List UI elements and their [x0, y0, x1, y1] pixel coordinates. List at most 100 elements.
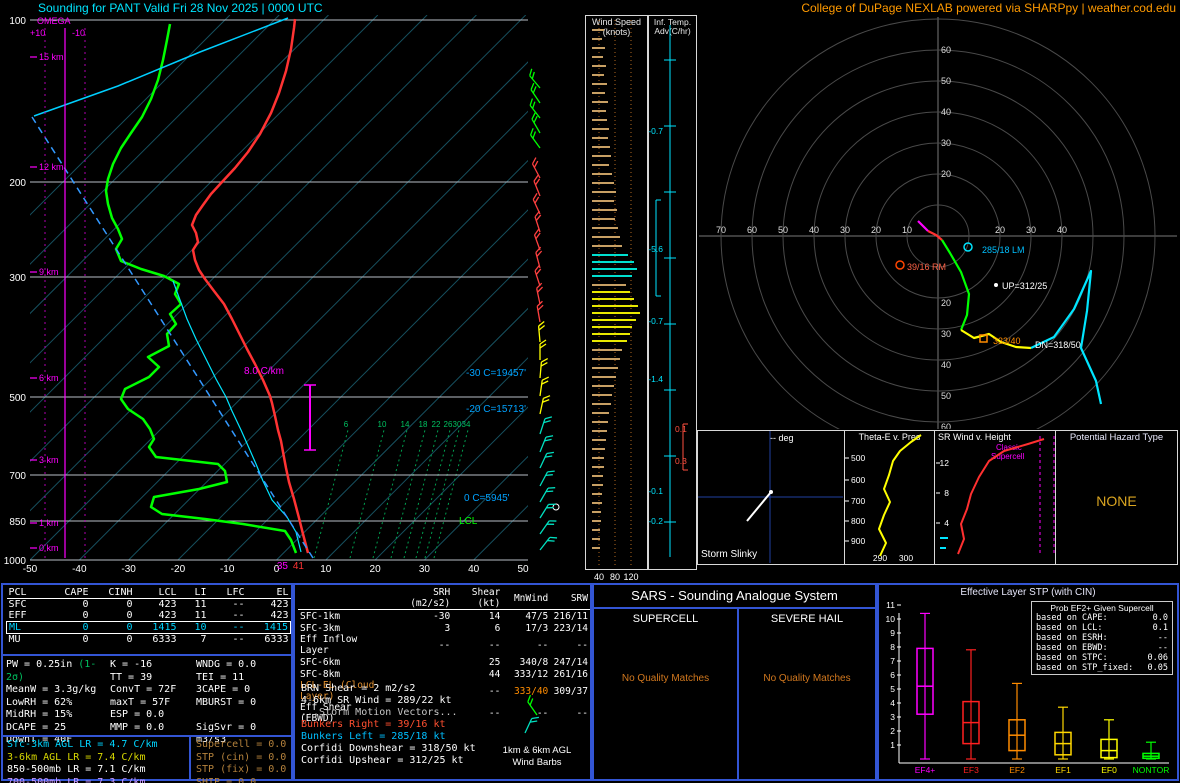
sars-hail-message: No Quality Matches [763, 673, 851, 684]
wind-speed-panel [585, 15, 648, 570]
svg-text:39/16 RM: 39/16 RM [907, 262, 946, 272]
composite-index-value: STP (cin) = 0.0 [196, 751, 287, 763]
composite-index-value: STP (fix) = 0.0 [196, 764, 287, 775]
kinematics-panel: SRH (m2/s2) Shear (kt) MnWind SRW SFC-1km -30… [293, 583, 592, 781]
kinematic-value: Corfidi Downshear = 318/50 kt [301, 743, 476, 754]
stp-legend-rows: based on CAPE: 0.0 based on LCL: 0.1 based o… [1032, 613, 1172, 673]
barbs-caption-1: 1km & 6km AGL [502, 745, 572, 756]
svg-text:EF4+: EF4+ [915, 765, 936, 775]
index-value: K = -16 [110, 659, 153, 670]
stp-probability-legend: Prob EF2+ Given Supercell based on CAPE:… [1031, 601, 1173, 675]
index-value: WNDG = 0.0 [196, 659, 257, 670]
svg-text:35: 35 [277, 561, 289, 572]
svg-text:40: 40 [1057, 225, 1067, 235]
index-value: maxT = 57F [110, 696, 171, 708]
svg-text:500: 500 [9, 393, 26, 404]
svg-text:70: 70 [716, 225, 726, 235]
sars-panel: SARS - Sounding Analogue System SUPERCEL… [592, 583, 877, 781]
kinematic-value: 4-6km SR Wind = 289/22 kt [301, 695, 452, 706]
svg-text:4: 4 [890, 698, 895, 708]
stp-legend-row: based on EBWD: -- [1036, 643, 1168, 653]
parcel-row-eff: EFF 0 0 423 11 -- 423 [8, 610, 289, 621]
skewt-wind-barbs [529, 68, 558, 551]
divider [737, 607, 739, 779]
svg-text:-50: -50 [23, 564, 38, 575]
parcel-table-container: PCL CAPE CINH LCL LI LFC EL SFC 0 0 423 11 -- 423 EFF 0… [6, 587, 291, 645]
index-value: ConvT = 72F [110, 684, 177, 695]
svg-text:+10: +10 [30, 28, 45, 38]
divider [594, 607, 875, 609]
index-value: MBURST = 0 [196, 696, 257, 708]
svg-text:0: 0 [274, 564, 280, 575]
svg-text:300: 300 [9, 273, 26, 284]
svg-text:40: 40 [594, 572, 604, 582]
divider [189, 735, 191, 779]
svg-text:6: 6 [344, 420, 349, 429]
svg-text:50: 50 [778, 225, 788, 235]
kinematics-row: SFC-6km 25 340/8 247/14 [300, 656, 588, 668]
sharppy-sounding-display: Sounding for PANT Valid Fri 28 Nov 2025 … [0, 0, 1180, 783]
svg-text:1: 1 [890, 740, 895, 750]
kinematics-row: SFC-3km 3 6 17/3 223/14 [300, 622, 588, 634]
parcel-row-sfc: SFC 0 0 423 11 -- 423 [8, 599, 289, 610]
agl-wind-barbs [524, 694, 539, 734]
lapse-rates-container: Sfc-3km AGL LR = 4.7 C/km 3-6km AGL LR = … [7, 739, 158, 783]
svg-text:-30 C=19457': -30 C=19457' [466, 368, 526, 379]
svg-text:0 C=5945': 0 C=5945' [464, 493, 510, 504]
sars-title: SARS - Sounding Analogue System [631, 588, 838, 603]
svg-text:0 km: 0 km [39, 543, 59, 553]
svg-text:100: 100 [9, 16, 26, 27]
svg-text:333/40: 333/40 [993, 336, 1021, 346]
svg-text:-20 C=15713': -20 C=15713' [466, 404, 526, 415]
svg-text:EF0: EF0 [1101, 765, 1117, 775]
svg-text:40: 40 [468, 564, 480, 575]
svg-text:200: 200 [9, 178, 26, 189]
svg-text:14: 14 [401, 420, 410, 429]
parcel-row-mu: MU 0 0 6333 7 -- 6333 [8, 634, 289, 645]
svg-text:20: 20 [370, 564, 382, 575]
svg-text:40: 40 [941, 107, 951, 117]
sr-wind-panel [934, 430, 1056, 565]
stp-legend-row: based on STPC: 0.06 [1036, 653, 1168, 663]
indices-column: WNDG = 0.0 TEI = 11 3CAPE = 0 MBURST = 0 Si… [196, 659, 292, 747]
divider [3, 654, 291, 656]
stp-legend-row: based on CAPE: 0.0 [1036, 613, 1168, 623]
hodograph: 10203040506070203040506020 30 402030405060… [699, 17, 1177, 429]
kinematic-value: Corfidi Upshear = 312/25 kt [301, 755, 464, 766]
index-value: MeanW = 3.3g/kg [6, 684, 97, 695]
svg-text:2: 2 [890, 726, 895, 736]
svg-text:120: 120 [623, 572, 638, 582]
theta-e-panel [844, 430, 935, 565]
stp-legend-row: based on ESRH: -- [1036, 633, 1168, 643]
lapse-rate-value: Sfc-3km AGL LR = 4.7 C/km [7, 739, 158, 750]
stp-panel: Effective Layer STP (with CIN) 123456789… [877, 583, 1179, 781]
composite-index-value: SHIP = 0.0 [196, 776, 257, 783]
kinematics-row: SFC-8km 44 333/12 261/16 [300, 668, 588, 680]
index-value: ESP = 0.0 [110, 709, 165, 720]
svg-text:50: 50 [517, 564, 529, 575]
index-value: MMP = 0.0 [110, 721, 165, 733]
skewt-pressure-axis: 100 200 300 500 700 850 1000-50 -40 -30 -20 -10 0 10… [4, 16, 529, 575]
svg-text:3: 3 [890, 712, 895, 722]
index-value: PW = 0.25in (1-2σ) [6, 659, 97, 683]
index-value: 3CAPE = 0 [196, 684, 251, 695]
barbs-caption-2: Wind Barbs [512, 757, 562, 768]
svg-text:10: 10 [886, 614, 896, 624]
svg-text:22: 22 [432, 420, 441, 429]
svg-text:EF2: EF2 [1009, 765, 1025, 775]
divider [3, 735, 291, 737]
indices-column: PW = 0.25in (1-2σ) MeanW = 3.3g/kg LowRH =… [6, 659, 110, 747]
site-credit: College of DuPage NEXLAB powered via SHA… [801, 1, 1176, 15]
svg-text:60: 60 [941, 45, 951, 55]
svg-text:OMEGA: OMEGA [37, 16, 71, 26]
svg-text:8.0 C/km: 8.0 C/km [244, 366, 284, 377]
stp-legend-row: based on LCL: 0.1 [1036, 623, 1168, 633]
svg-text:NONTOR: NONTOR [1133, 765, 1170, 775]
svg-text:10: 10 [378, 420, 387, 429]
lapse-rate-value: 850-500mb LR = 7.1 C/km [7, 764, 146, 775]
parcel-table: PCL CAPE CINH LCL LI LFC EL SFC 0 0 423 11 -- 423 EFF 0… [6, 587, 291, 645]
svg-text:-20: -20 [171, 564, 186, 575]
svg-text:9 km: 9 km [39, 267, 59, 277]
thermodynamics-panel: PCL CAPE CINH LCL LI LFC EL SFC 0 0 423 11 -- 423 EFF 0… [1, 583, 293, 783]
svg-text:34: 34 [462, 420, 471, 429]
